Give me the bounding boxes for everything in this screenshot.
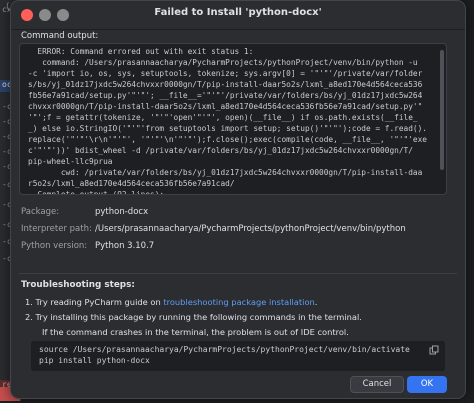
troubleshooting-step-2-note: If the command crashes in the terminal, … [42, 327, 349, 337]
command-output-label: Command output: [21, 31, 99, 41]
troubleshooting-guide-link[interactable]: troubleshooting package installation [163, 297, 314, 307]
step-1-prefix: 1. Try reading PyCharm guide on [25, 297, 164, 307]
output-scrollbar[interactable] [440, 50, 444, 170]
troubleshooting-step-2: 2. Try installing this package by runnin… [25, 312, 362, 322]
python-version-label: Python version: [21, 241, 88, 251]
cancel-button[interactable]: Cancel [350, 376, 404, 393]
terminal-commands-box[interactable]: source /Users/prasannaacharya/PycharmPro… [31, 341, 445, 371]
command-output-area[interactable]: ERROR: Command errored out with exit sta… [19, 43, 447, 195]
dialog-titlebar: Failed to Install 'python-docx' [11, 1, 465, 30]
ok-button[interactable]: OK [407, 376, 447, 393]
package-value: python-docx [95, 207, 149, 217]
terminal-commands-text: source /Users/prasannaacharya/PycharmPro… [39, 345, 410, 365]
interpreter-label: Interpreter path: [21, 224, 92, 234]
python-version-value: Python 3.10.7 [95, 241, 155, 251]
install-failed-dialog: Failed to Install 'python-docx' Command … [10, 0, 466, 399]
package-label: Package: [21, 207, 60, 217]
step-1-suffix: . [314, 297, 318, 307]
troubleshooting-step-1: 1. Try reading PyCharm guide on troubles… [25, 297, 317, 307]
section-divider [19, 273, 457, 274]
copy-icon[interactable] [429, 345, 439, 355]
troubleshooting-title: Troubleshooting steps: [21, 280, 135, 290]
dialog-title: Failed to Install 'python-docx' [154, 7, 322, 18]
command-output-text: ERROR: Command errored out with exit sta… [28, 47, 428, 195]
interpreter-value: /Users/prasannaacharya/PycharmProjects/p… [95, 224, 406, 234]
